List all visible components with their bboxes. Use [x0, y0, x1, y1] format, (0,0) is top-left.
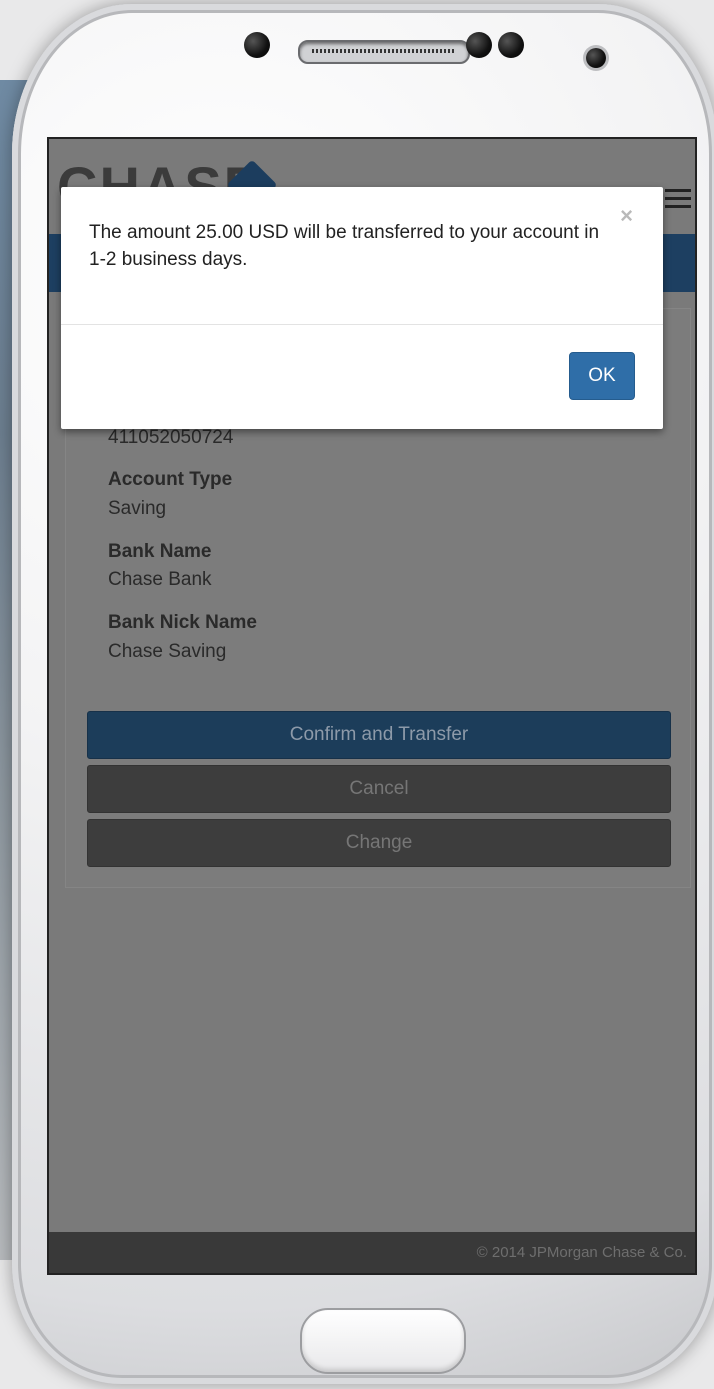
modal-message: The amount 25.00 USD will be transferred… [89, 222, 600, 270]
bank-nickname-value: Chase Saving [108, 641, 227, 662]
bank-name-label: Bank Name [108, 541, 212, 562]
cancel-button[interactable]: Cancel [87, 765, 671, 813]
hamburger-icon[interactable] [665, 189, 691, 209]
account-type-value: Saving [108, 498, 167, 519]
change-button[interactable]: Change [87, 819, 671, 867]
ok-button[interactable]: OK [569, 352, 635, 400]
close-icon[interactable]: × [620, 203, 633, 229]
earpiece-speaker [298, 40, 470, 64]
account-type-label: Account Type [108, 469, 233, 490]
confirm-transfer-button[interactable]: Confirm and Transfer [87, 711, 671, 759]
bank-name-value: Chase Bank [108, 569, 212, 590]
phone-screen: CHASE 411052050724 Account Type Saving B… [47, 137, 697, 1275]
proximity-sensor [466, 32, 492, 58]
footer: © 2014 JPMorgan Chase & Co. [49, 1232, 695, 1273]
front-camera [586, 48, 606, 68]
front-sensor [244, 32, 270, 58]
bank-nickname-label: Bank Nick Name [108, 612, 257, 633]
modal-divider [61, 324, 663, 325]
account-number-value: 411052050724 [108, 427, 234, 448]
home-button[interactable] [300, 1308, 466, 1374]
light-sensor [498, 32, 524, 58]
phone-top-bezel [12, 4, 714, 124]
copyright-text: © 2014 JPMorgan Chase & Co. [476, 1244, 687, 1261]
transfer-confirmation-modal: The amount 25.00 USD will be transferred… [61, 187, 663, 429]
